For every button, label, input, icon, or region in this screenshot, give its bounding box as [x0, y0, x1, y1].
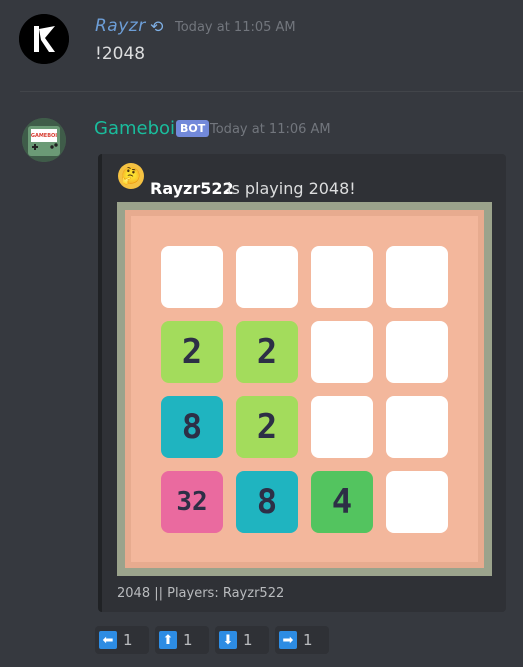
- thinking-face-icon: 🤔: [118, 163, 144, 189]
- embed-author-text: is playing 2048!: [227, 179, 356, 198]
- reaction-left-arrow[interactable]: ⬅ 1: [95, 626, 149, 654]
- message-content: !2048: [95, 44, 146, 64]
- username[interactable]: Rayzr: [95, 16, 146, 36]
- tile-empty: [386, 246, 448, 308]
- up-arrow-icon: ⬆: [159, 631, 177, 649]
- tile-8: 8: [236, 471, 298, 533]
- down-arrow-icon: ⬇: [219, 631, 237, 649]
- reaction-right-arrow[interactable]: ➡ 1: [275, 626, 329, 654]
- reaction-count: 1: [183, 631, 193, 649]
- rotating-arrow-icon: ⟲: [150, 17, 164, 36]
- tile-empty: [311, 321, 373, 383]
- reaction-down-arrow[interactable]: ⬇ 1: [215, 626, 269, 654]
- embed-author-name[interactable]: Rayzr522: [150, 179, 234, 198]
- avatar[interactable]: GAMEBOI: [22, 118, 66, 162]
- left-arrow-icon: ⬅: [99, 631, 117, 649]
- tile-empty: [386, 321, 448, 383]
- avatar[interactable]: [19, 14, 69, 64]
- embed-footer: 2048 || Players: Rayzr522: [117, 586, 285, 601]
- reaction-count: 1: [303, 631, 313, 649]
- reaction-up-arrow[interactable]: ⬆ 1: [155, 626, 209, 654]
- tile-empty: [386, 471, 448, 533]
- reaction-count: 1: [123, 631, 133, 649]
- tile-2: 2: [236, 321, 298, 383]
- tile-2: 2: [236, 396, 298, 458]
- username[interactable]: Gameboi: [94, 118, 175, 139]
- tile-8: 8: [161, 396, 223, 458]
- tile-empty: [236, 246, 298, 308]
- tile-empty: [161, 246, 223, 308]
- right-arrow-icon: ➡: [279, 631, 297, 649]
- tile-2: 2: [161, 321, 223, 383]
- reaction-count: 1: [243, 631, 253, 649]
- message-divider: [20, 91, 523, 92]
- bot-tag: BOT: [176, 120, 210, 137]
- tile-empty: [311, 246, 373, 308]
- tile-32: 32: [161, 471, 223, 533]
- game-embed: 🤔 Rayzr522 is playing 2048! 2 2 8 2 32 8 4 204…: [98, 154, 506, 612]
- reactions-bar: ⬅ 1 ⬆ 1 ⬇ 1 ➡ 1: [95, 626, 329, 654]
- timestamp: Today at 11:05 AM: [175, 20, 296, 35]
- tile-4: 4: [311, 471, 373, 533]
- tile-empty: [311, 396, 373, 458]
- board-inner: 2 2 8 2 32 8 4: [125, 210, 484, 568]
- game-board: 2 2 8 2 32 8 4: [117, 202, 492, 576]
- timestamp: Today at 11:06 AM: [210, 122, 331, 137]
- tile-empty: [386, 396, 448, 458]
- avatar-logo-text: GAMEBOI: [31, 133, 57, 139]
